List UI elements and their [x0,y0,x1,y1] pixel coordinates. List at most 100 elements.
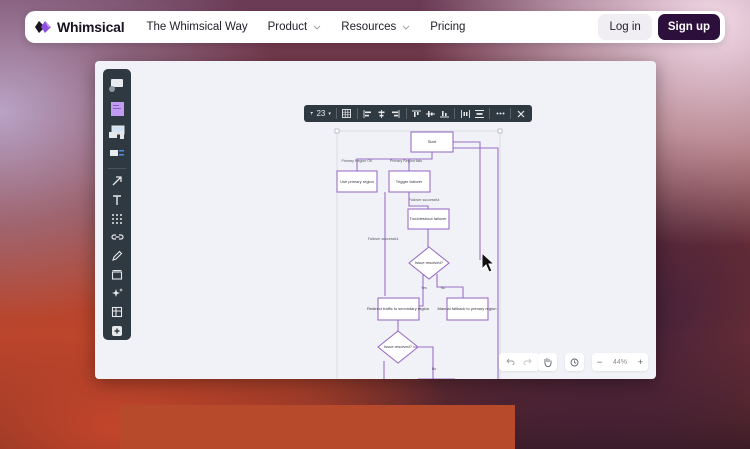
flow-text-issue-resolved-1: Issue resolved? [415,260,444,265]
pencil-icon [112,250,123,261]
flow-text-trigger-failover: Trigger failover [396,179,423,184]
plus-square-icon [112,325,122,336]
flow-text-manual-fallback: Manual fallback to primary region [438,306,497,311]
align-bottom-icon [439,110,449,117]
grid-layout-button[interactable] [340,105,354,122]
flow-label-no-2: No [432,367,437,371]
device-frame-icon [109,125,125,140]
toolbar-divider [405,108,407,119]
grid-layout-icon [342,109,352,118]
redo-icon[interactable] [523,358,532,367]
component-icon [110,150,124,157]
align-left-icon [363,109,372,118]
close-toolbar-button[interactable] [514,105,528,122]
arrow-tool[interactable] [107,172,127,191]
filter-icon [310,112,314,115]
selection-toolbar: 23 ▾ [304,105,532,122]
flow-text-start: Start [428,139,437,144]
text-icon [113,195,121,205]
close-icon [517,110,525,117]
toolbar-divider [356,108,358,119]
zoom-in-button[interactable]: + [638,357,643,367]
nav-link-resources[interactable]: Resources [341,21,410,33]
align-top-icon [411,110,421,117]
card-tool[interactable] [107,98,127,121]
zoom-out-button[interactable]: − [597,357,602,367]
toolbar-divider [454,108,456,119]
distribute-horizontal-button[interactable] [458,105,472,122]
link-icon [110,234,124,240]
flow-label-failover-successful: Failover successful [409,198,440,202]
hand-tool-button[interactable] [538,353,557,371]
align-left-button[interactable] [361,105,375,122]
align-center-button[interactable] [375,105,389,122]
component-tool[interactable] [107,144,127,165]
sticky-note-icon [109,79,123,93]
top-navigation: Whimsical The Whimsical Way Product Reso… [25,11,725,43]
toolbar-divider [108,168,126,169]
sticky-note-tool[interactable] [107,75,127,98]
toolbar-divider [335,108,337,119]
device-frame-tool[interactable] [107,121,127,144]
chevron-down-icon: ▾ [328,110,331,117]
logo[interactable]: Whimsical [35,19,125,35]
nav-link-label: The Whimsical Way [146,21,248,33]
align-middle-button[interactable] [423,105,437,122]
flow-label-primary-ok: Primary Region OK [342,159,374,163]
logo-text: Whimsical [57,19,125,35]
left-toolbar [103,69,131,340]
history-button[interactable] [565,353,584,371]
nav-link-label: Product [267,21,308,33]
align-right-button[interactable] [389,105,403,122]
arrow-icon [112,176,122,186]
grid-tool[interactable] [107,209,127,228]
table-tool[interactable] [107,303,127,322]
section-tool[interactable] [107,265,127,284]
nav-link-label: Pricing [430,21,466,33]
mouse-cursor-icon [481,251,496,279]
undo-icon[interactable] [506,358,515,367]
distribute-vertical-icon [474,109,484,118]
nav-link-label: Resources [341,21,397,33]
sparkle-icon [112,288,123,298]
flow-label-failover-successful-2: Failover successful [368,237,399,241]
align-middle-icon [425,110,435,117]
align-center-icon [378,109,385,118]
add-tool[interactable] [107,321,127,340]
ai-tool[interactable] [107,284,127,303]
distribute-vertical-button[interactable] [472,105,486,122]
background-block [120,405,515,449]
login-button[interactable]: Log in [598,14,652,40]
history-icon [570,358,579,366]
flow-label-no: No [441,286,446,290]
pen-tool[interactable] [107,247,127,266]
zoom-controls: − 44% + [592,353,648,371]
more-options-button[interactable] [493,105,507,122]
filter-selection-button[interactable]: 23 ▾ [308,105,333,122]
undo-redo-controls [499,353,539,371]
flow-text-troubleshoot: Troubleshoot failover [409,216,447,221]
section-frame-icon [111,269,123,280]
text-tool[interactable] [107,191,127,210]
toolbar-divider [489,108,491,119]
chevron-down-icon [402,23,410,32]
nav-link-pricing[interactable]: Pricing [430,21,465,33]
zoom-level[interactable]: 44% [613,359,627,366]
flow-text-redirect: Redirect traffic to secondary region [367,306,429,311]
flow-text-use-primary: Use primary region [340,179,374,184]
link-tool[interactable] [107,228,127,247]
flow-label-yes: Yes [421,286,427,290]
nav-link-whimsical-way[interactable]: The Whimsical Way [146,21,247,33]
purple-card-icon [111,102,124,117]
signup-button[interactable]: Sign up [657,14,720,40]
align-top-button[interactable] [409,105,423,122]
align-bottom-button[interactable] [437,105,451,122]
dots-grid-icon [112,213,122,224]
align-right-icon [392,109,400,118]
flow-text-issue-resolved-2: Issue resolved? [384,344,413,349]
nav-link-product[interactable]: Product [268,21,322,33]
whimsical-logo-icon [35,20,53,34]
more-horizontal-icon [496,112,505,115]
hand-icon [544,358,552,367]
distribute-horizontal-icon [460,109,470,118]
